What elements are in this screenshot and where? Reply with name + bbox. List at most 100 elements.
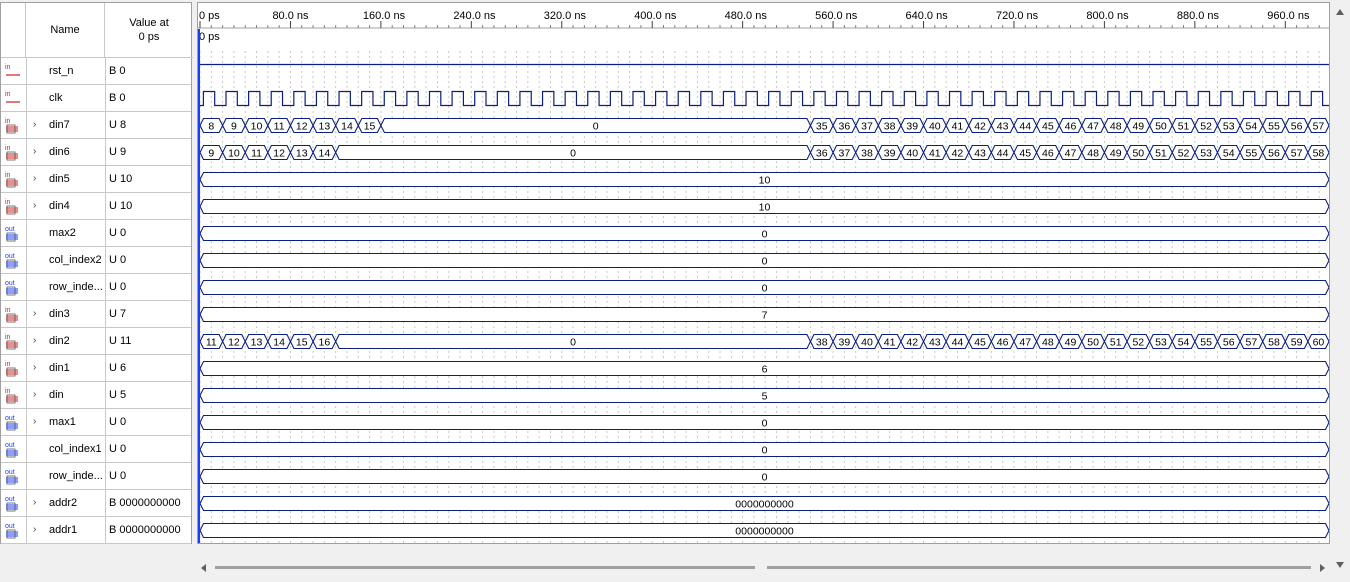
signal-row[interactable]: out › addr1 B 0000000000 — [1, 517, 191, 544]
wave-bus-value: 46 — [1042, 148, 1054, 160]
signal-row[interactable]: out max2 U 0 — [1, 220, 191, 247]
signal-row[interactable]: out row_inde... U 0 — [1, 274, 191, 301]
signal-row[interactable]: out › max1 U 0 — [1, 409, 191, 436]
wave-bus-value: 39 — [906, 121, 918, 133]
signal-value: U 5 — [109, 389, 127, 401]
wave-bus-value: 0 — [762, 256, 768, 268]
port-direction-label: in — [5, 361, 11, 368]
signal-name: din1 — [49, 362, 70, 374]
expand-chevron-icon[interactable]: › — [33, 497, 36, 508]
expand-chevron-icon[interactable]: › — [33, 416, 36, 427]
name-column-header[interactable]: Name — [26, 3, 105, 58]
expand-chevron-icon[interactable]: › — [33, 200, 36, 211]
signal-value: U 0 — [109, 254, 127, 266]
port-direction-label: in — [5, 388, 11, 395]
signal-row[interactable]: out row_inde... U 0 — [1, 463, 191, 490]
signal-name: clk — [49, 92, 63, 104]
wave-bus-value: 36 — [839, 121, 851, 133]
signal-row[interactable]: in rst_n B 0 — [1, 58, 191, 85]
signal-name: din3 — [49, 308, 70, 320]
signal-value: U 8 — [109, 119, 127, 131]
signal-value: U 0 — [109, 416, 127, 428]
expand-chevron-icon[interactable]: › — [33, 173, 36, 184]
wave-bus-value: 9 — [208, 148, 214, 160]
signal-row[interactable]: in clk B 0 — [1, 85, 191, 112]
port-direction-label: in — [5, 307, 11, 314]
signal-row[interactable]: in › din1 U 6 — [1, 355, 191, 382]
timeline-tick-label: 480.0 ns — [725, 10, 768, 22]
wave-bus-value: 43 — [929, 337, 941, 349]
signal-row[interactable]: in › din7 U 8 — [1, 112, 191, 139]
expand-chevron-icon[interactable]: › — [33, 335, 36, 346]
wave-bus-value: 53 — [1200, 148, 1212, 160]
wave-bus-value: 56 — [1291, 121, 1303, 133]
expand-chevron-icon[interactable]: › — [33, 146, 36, 157]
wave-bus-value: 57 — [1246, 337, 1258, 349]
wave-bus-value: 13 — [319, 121, 331, 133]
expand-chevron-icon[interactable]: › — [33, 119, 36, 130]
scroll-thumb-left[interactable] — [215, 566, 755, 569]
signal-name: col_index1 — [49, 443, 102, 455]
signal-row[interactable]: in › din6 U 9 — [1, 139, 191, 166]
wave-bus-value: 44 — [952, 337, 964, 349]
out-port-icon: out — [5, 415, 18, 431]
out-port-icon: out — [5, 469, 18, 485]
scroll-thumb-right[interactable] — [767, 566, 1311, 569]
wave-bus-value: 5 — [762, 391, 768, 403]
signal-value: U 0 — [109, 227, 127, 239]
timeline-tick-label: 240.0 ns — [453, 10, 496, 22]
wave-bus-value: 15 — [364, 121, 376, 133]
wave-bus-value: 48 — [1087, 148, 1099, 160]
vertical-scrollbar[interactable] — [1332, 2, 1348, 575]
value-column-header[interactable]: Value at 0 ps — [105, 3, 193, 58]
signal-row[interactable]: in › din U 5 — [1, 382, 191, 409]
signal-row[interactable]: out col_index2 U 0 — [1, 247, 191, 274]
expand-chevron-icon[interactable]: › — [33, 308, 36, 319]
signal-value: U 11 — [109, 335, 132, 347]
signal-row[interactable]: in › din2 U 11 — [1, 328, 191, 355]
wave-bus-value: 40 — [906, 148, 918, 160]
signal-name: addr1 — [49, 524, 78, 536]
wave-bus-value: 54 — [1178, 337, 1190, 349]
timeline-tick-label: 880.0 ns — [1177, 10, 1220, 22]
wave-bus-value: 52 — [1178, 148, 1190, 160]
in-port-icon: in — [5, 145, 18, 161]
out-port-icon: out — [5, 496, 18, 512]
signal-name: din4 — [49, 200, 70, 212]
expand-chevron-icon[interactable]: › — [33, 524, 36, 535]
scroll-left-arrow-icon[interactable] — [201, 564, 206, 572]
signal-value: U 10 — [109, 173, 133, 185]
wave-bus-value: 10 — [759, 202, 771, 214]
wave-bus-value: 55 — [1268, 121, 1280, 133]
signal-value: B 0 — [109, 65, 126, 77]
expand-chevron-icon[interactable]: › — [33, 389, 36, 400]
scroll-up-arrow-icon[interactable] — [1336, 9, 1344, 15]
wave-bus-value: 42 — [906, 337, 918, 349]
wave-bus-value: 45 — [1042, 121, 1054, 133]
signal-name: din5 — [49, 173, 70, 185]
wave-bus-value: 43 — [997, 121, 1009, 133]
wave-bus-value: 11 — [251, 148, 262, 160]
waveform-panel[interactable]: 0 ps 80.0 ns 160.0 ns 240.0 ns 320.0 ns 400.0… — [197, 2, 1330, 544]
port-direction-label: out — [5, 469, 15, 476]
wave-bus-value: 52 — [1200, 121, 1212, 133]
wave-bus-value: 50 — [1155, 121, 1167, 133]
wave-bus-value: 14 — [319, 148, 331, 160]
wave-bus-value: 10 — [759, 175, 771, 187]
signal-row[interactable]: in › din3 U 7 — [1, 301, 191, 328]
port-direction-label: out — [5, 226, 15, 233]
wave-bus-value: 0 — [570, 337, 576, 349]
wave-bus-value: 11 — [274, 121, 285, 133]
wave-bus-value: 6 — [762, 364, 768, 376]
signal-row[interactable]: out › addr2 B 0000000000 — [1, 490, 191, 517]
horizontal-scrollbar[interactable] — [197, 560, 1330, 576]
signal-row[interactable]: out col_index1 U 0 — [1, 436, 191, 463]
waveform-canvas[interactable]: 0 ps 80.0 ns 160.0 ns 240.0 ns 320.0 ns 400.0… — [198, 3, 1330, 544]
signal-row[interactable]: in › din5 U 10 — [1, 166, 191, 193]
scroll-right-arrow-icon[interactable] — [1320, 564, 1325, 572]
wave-bus-value: 40 — [861, 337, 873, 349]
scroll-down-arrow-icon[interactable] — [1336, 562, 1344, 568]
expand-chevron-icon[interactable]: › — [33, 362, 36, 373]
signal-row[interactable]: in › din4 U 10 — [1, 193, 191, 220]
wave-bus-value: 11 — [206, 337, 217, 349]
